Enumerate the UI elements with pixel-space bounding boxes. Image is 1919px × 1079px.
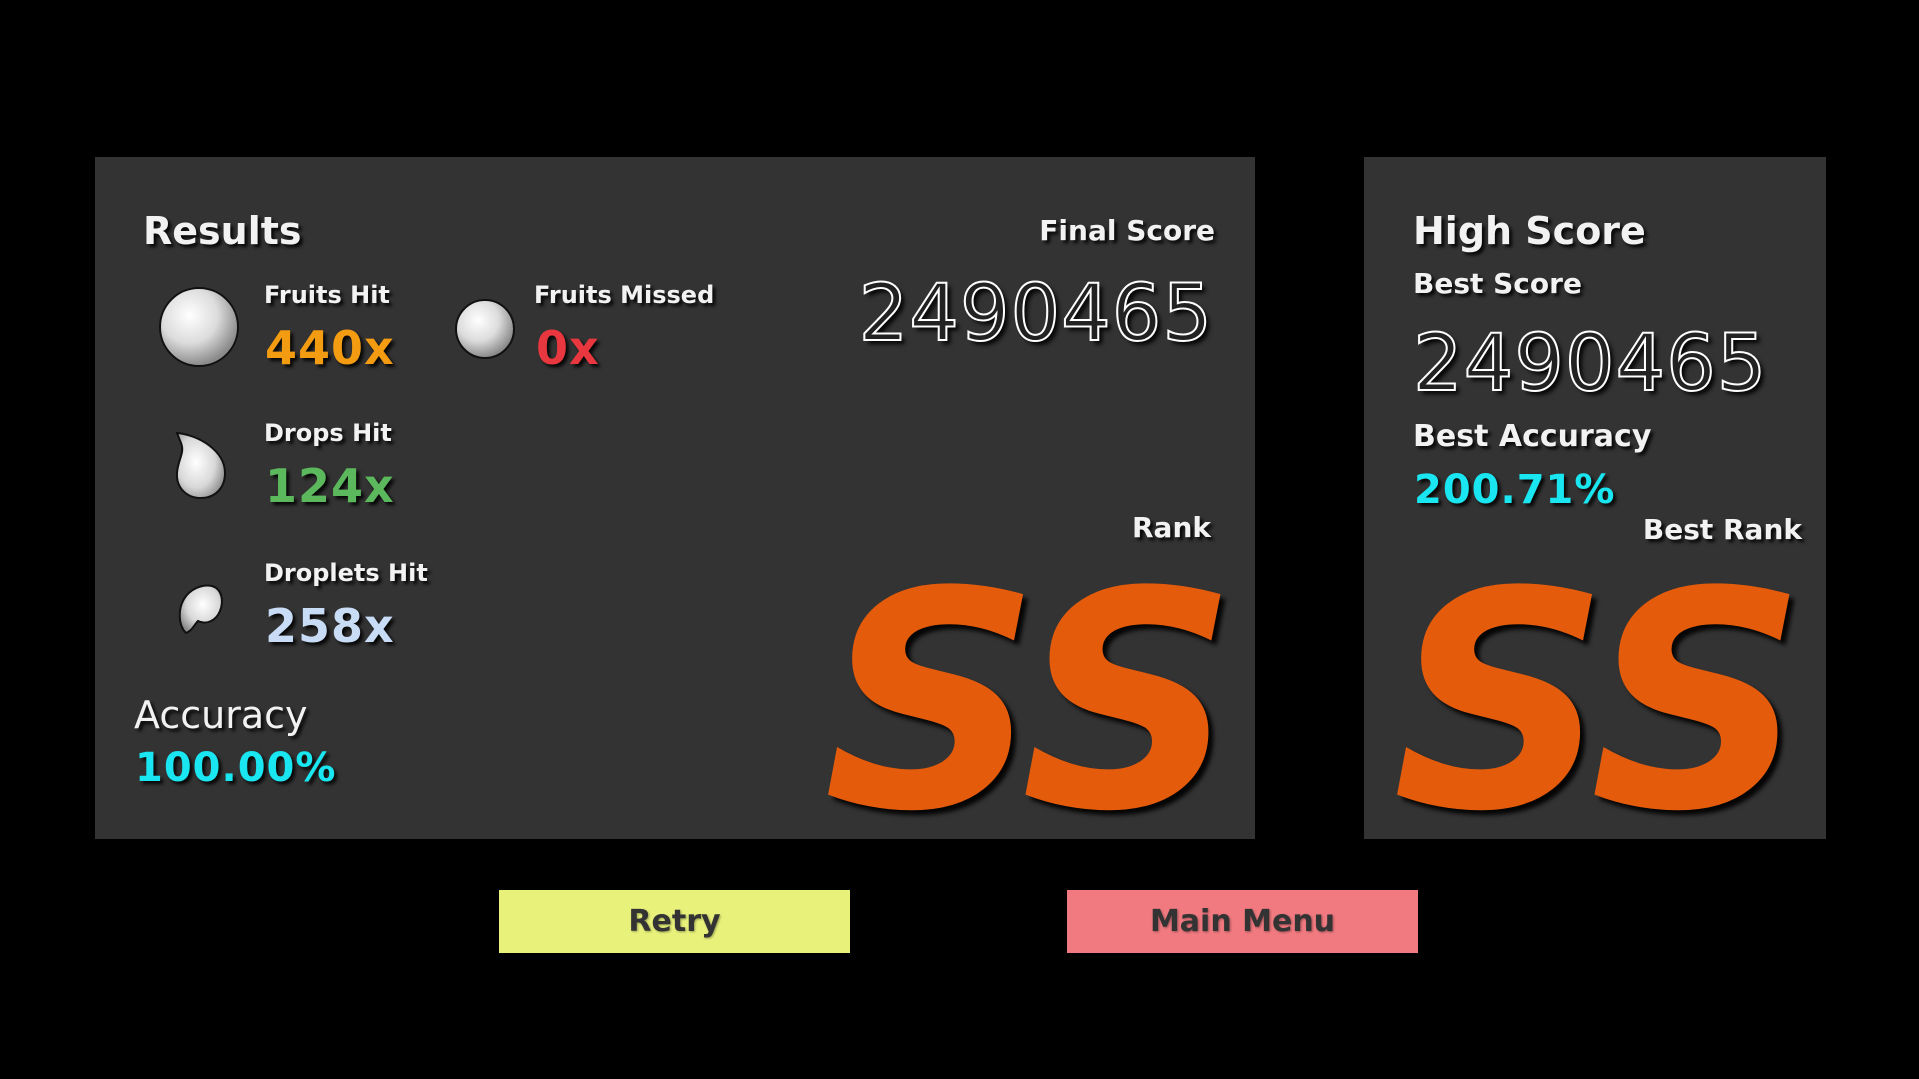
fruit-ball-icon [159,287,239,367]
best-accuracy-label: Best Accuracy [1413,419,1652,454]
fruits-hit-label: Fruits Hit [264,281,390,309]
high-score-panel: High Score Best Score 2490465 Best Accur… [1364,157,1826,853]
results-title: Results [143,209,302,253]
droplets-hit-label: Droplets Hit [264,559,428,587]
fruits-missed-count: 0x [536,321,600,375]
fruit-missed-icon [455,299,515,359]
fruits-hit-count: 440x [265,321,395,375]
main-menu-button[interactable]: Main Menu [1067,890,1418,953]
accuracy-value: 100.00% [135,745,337,791]
retry-button[interactable]: Retry [499,890,850,953]
rank-value: SS [823,528,1237,877]
best-score-label: Best Score [1413,267,1582,300]
accuracy-label: Accuracy [134,693,308,737]
drop-icon [175,431,227,500]
drops-hit-count: 124x [265,459,395,513]
droplet-icon [178,584,223,635]
results-panel: Results Fruits Hit 440x Fruits Missed 0x [95,157,1255,853]
best-accuracy-value: 200.71% [1414,467,1616,513]
high-score-title: High Score [1413,209,1646,253]
best-score-value: 2490465 [1412,318,1768,410]
fruits-missed-label: Fruits Missed [534,281,715,309]
final-score-label: Final Score [1039,214,1215,247]
drops-hit-label: Drops Hit [264,419,392,447]
droplets-hit-count: 258x [265,599,395,653]
final-score-value: 2490465 [858,268,1213,360]
best-rank-value: SS [1392,528,1806,877]
